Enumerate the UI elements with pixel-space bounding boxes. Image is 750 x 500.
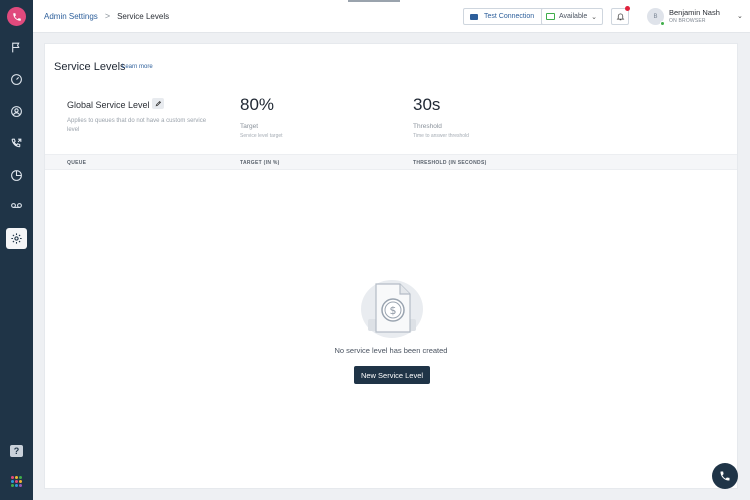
sidebar-item-settings[interactable] [6, 228, 27, 249]
availability-select[interactable]: Available ⌄ [541, 8, 603, 25]
phone-icon [720, 471, 730, 481]
call-route-icon [11, 138, 22, 148]
gear-icon [11, 233, 22, 244]
sidebar-item-analytics[interactable] [6, 165, 27, 186]
dialer-button[interactable] [712, 463, 738, 489]
pencil-icon [155, 100, 161, 107]
breadcrumb-current: Service Levels [117, 11, 170, 21]
phone-icon [12, 12, 21, 21]
monitor-icon [546, 13, 555, 20]
breadcrumb-admin-settings[interactable]: Admin Settings [44, 12, 98, 21]
learn-more-link[interactable]: Learn more [122, 64, 153, 70]
breadcrumb: Admin Settings > Service Levels [44, 11, 169, 21]
help-icon[interactable]: ? [10, 445, 23, 457]
threshold-value: 30s [413, 95, 441, 114]
sidebar-item-voicemail[interactable] [6, 195, 27, 216]
sidebar-item-dashboard[interactable] [6, 69, 27, 90]
online-status-dot [660, 21, 665, 26]
page-title: Service Levels [54, 61, 126, 73]
availability-value: Available [559, 13, 588, 20]
target-label: Target [240, 123, 259, 130]
target-sublabel: Service level target [240, 133, 283, 139]
table-header: QUEUE TARGET (IN %) THRESHOLD (IN SECOND… [45, 154, 737, 170]
flag-icon [12, 42, 20, 53]
voicemail-icon [11, 203, 22, 208]
notification-badge [625, 6, 630, 11]
edit-global-level-button[interactable] [152, 98, 164, 109]
user-name[interactable]: Benjamin Nash [669, 8, 720, 17]
app-logo[interactable] [7, 7, 26, 26]
user-icon [11, 106, 22, 117]
connection-icon [470, 13, 478, 20]
user-subtitle: ON BROWSER [669, 18, 706, 24]
new-service-level-button[interactable]: New Service Level [354, 366, 430, 384]
active-tab-indicator [348, 0, 400, 2]
dollar-document-icon: $ [361, 280, 423, 338]
user-menu-chevron-icon[interactable]: ⌄ [737, 12, 743, 20]
global-service-level-description: Applies to queues that do not have a cus… [67, 118, 207, 133]
top-bar: Admin Settings > Service Levels Test Con… [33, 0, 750, 33]
pie-chart-icon [11, 170, 22, 181]
svg-text:$: $ [390, 304, 397, 317]
chevron-down-icon: ⌄ [591, 14, 597, 21]
gauge-icon [11, 74, 22, 85]
target-value: 80% [240, 95, 275, 114]
avatar[interactable]: B [647, 8, 665, 26]
threshold-label: Threshold [413, 123, 442, 130]
sidebar-item-contacts[interactable] [6, 101, 27, 122]
sidebar-item-routing[interactable] [6, 133, 27, 154]
service-levels-card: Service Levels Learn more Global Service… [44, 43, 738, 489]
sidebar-item-flags[interactable] [6, 37, 27, 58]
sidebar: ? [0, 0, 33, 500]
column-header-threshold[interactable]: THRESHOLD (IN SECONDS) [413, 160, 487, 166]
column-header-target[interactable]: TARGET (IN %) [240, 160, 280, 166]
column-header-queue[interactable]: QUEUE [67, 160, 86, 166]
notifications-button[interactable] [611, 6, 630, 25]
breadcrumb-separator: > [104, 11, 111, 21]
empty-state-message: No service level has been created [334, 346, 448, 355]
global-service-level-title: Global Service Level [67, 100, 150, 110]
apps-grid-icon[interactable] [11, 476, 22, 487]
threshold-sublabel: Time to answer threshold [413, 133, 469, 139]
test-connection-label: Test Connection [484, 13, 535, 20]
bell-icon [616, 13, 624, 21]
avatar-initial: B [653, 13, 658, 20]
